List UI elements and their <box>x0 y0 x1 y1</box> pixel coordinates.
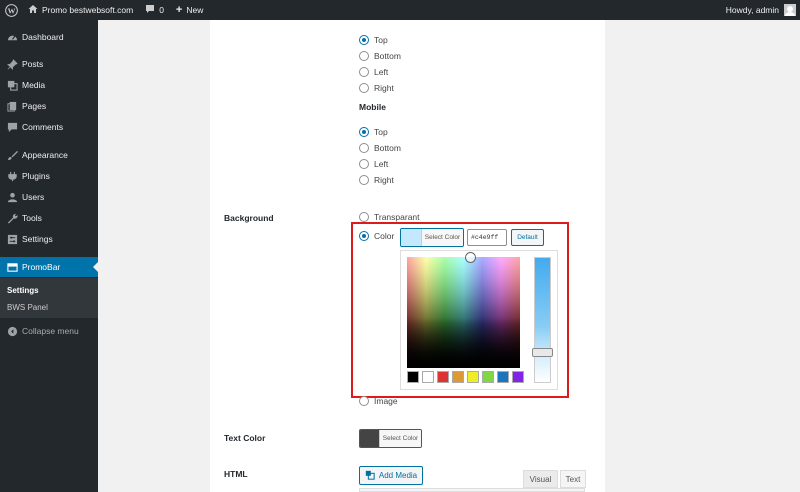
sidebar-item-label: Posts <box>22 59 44 69</box>
comments-count: 0 <box>159 5 164 15</box>
sidebar-item-label: Media <box>22 80 46 90</box>
radio-position-bottom[interactable]: Bottom <box>359 51 401 61</box>
radio-button[interactable] <box>359 35 369 45</box>
radio-position-right[interactable]: Right <box>359 83 394 93</box>
sidebar-item-tools[interactable]: Tools <box>0 208 98 228</box>
new-content-link[interactable]: + New <box>170 0 209 20</box>
sidebar-item-promobar[interactable]: PromoBar <box>0 257 98 277</box>
sidebar-item-comments[interactable]: Comments <box>0 117 98 137</box>
submenu-item-settings[interactable]: Settings <box>7 286 39 295</box>
radio-button[interactable] <box>359 175 369 185</box>
background-label: Background <box>224 213 274 223</box>
sidebar-item-label: Plugins <box>22 171 50 181</box>
sidebar-item-appearance[interactable]: Appearance <box>0 145 98 165</box>
sidebar-item-pages[interactable]: Pages <box>0 96 98 116</box>
radio-position-left[interactable]: Left <box>359 67 388 77</box>
sidebar-item-plugins[interactable]: Plugins <box>0 166 98 186</box>
radio-mobile-right[interactable]: Right <box>359 175 394 185</box>
radio-button[interactable] <box>359 67 369 77</box>
comment-icon <box>5 120 19 134</box>
home-icon <box>28 4 38 16</box>
pin-icon <box>5 57 19 71</box>
radio-background-image[interactable]: Image <box>359 396 398 406</box>
collapse-arrow-icon <box>5 324 19 338</box>
radio-label: Left <box>374 67 389 77</box>
user-icon <box>5 190 19 204</box>
sidebar-item-label: Comments <box>22 122 64 132</box>
comment-bubble-icon <box>145 4 155 16</box>
media-icon <box>5 78 19 92</box>
radio-button[interactable] <box>359 127 369 137</box>
sidebar-item-label: Users <box>22 192 45 202</box>
my-account-link[interactable]: Howdy, admin <box>720 0 800 20</box>
select-color-label: Select Color <box>379 430 421 447</box>
radio-label: Top <box>374 127 388 137</box>
promobar-icon <box>5 260 19 274</box>
radio-position-top[interactable]: Top <box>359 35 388 45</box>
radio-label: Right <box>374 175 394 185</box>
submenu-item-bws-panel[interactable]: BWS Panel <box>7 303 48 312</box>
highlight-box <box>351 222 569 398</box>
sidebar-item-posts[interactable]: Posts <box>0 54 98 74</box>
radio-button[interactable] <box>359 143 369 153</box>
site-name-label: Promo bestwebsoft.com <box>42 5 134 15</box>
collapse-menu-button[interactable]: Collapse menu <box>0 321 98 341</box>
comments-link[interactable]: 0 <box>139 0 170 20</box>
wrench-icon <box>5 211 19 225</box>
text-color-select-button[interactable]: Select Color <box>359 429 422 448</box>
radio-label: Top <box>374 35 388 45</box>
sidebar-item-settings[interactable]: Settings <box>0 229 98 249</box>
tab-visual[interactable]: Visual <box>523 470 558 488</box>
pages-icon <box>5 99 19 113</box>
radio-button[interactable] <box>359 51 369 61</box>
mobile-heading: Mobile <box>359 102 386 112</box>
radio-label: Left <box>374 159 389 169</box>
admin-bar: W Promo bestwebsoft.com 0 + New Howdy, a… <box>0 0 800 20</box>
sidebar-item-label: PromoBar <box>22 262 61 272</box>
admin-sidebar: Dashboard Posts Media Pages Comments App… <box>0 20 98 492</box>
radio-label: Bottom <box>374 143 401 153</box>
plug-icon <box>5 169 19 183</box>
sidebar-item-label: Appearance <box>22 150 68 160</box>
radio-mobile-left[interactable]: Left <box>359 159 388 169</box>
dashboard-icon <box>5 30 19 44</box>
svg-text:W: W <box>7 6 15 15</box>
editor-toolbar <box>359 488 585 492</box>
text-color-label: Text Color <box>224 433 266 443</box>
radio-label: Image <box>374 396 398 406</box>
radio-mobile-bottom[interactable]: Bottom <box>359 143 401 153</box>
add-media-button[interactable]: Add Media <box>359 466 423 485</box>
add-media-label: Add Media <box>378 471 418 480</box>
sidebar-item-users[interactable]: Users <box>0 187 98 207</box>
radio-label: Transparant <box>374 212 420 222</box>
brush-icon <box>5 148 19 162</box>
plus-icon: + <box>175 4 183 16</box>
radio-label: Bottom <box>374 51 401 61</box>
html-label: HTML <box>224 469 248 479</box>
sidebar-item-dashboard[interactable]: Dashboard <box>0 27 98 47</box>
radio-button[interactable] <box>359 159 369 169</box>
sidebar-item-media[interactable]: Media <box>0 75 98 95</box>
site-name-link[interactable]: Promo bestwebsoft.com <box>22 0 139 20</box>
wordpress-logo-icon[interactable]: W <box>0 0 22 20</box>
avatar <box>784 4 796 16</box>
sidebar-item-label: Dashboard <box>22 32 64 42</box>
radio-background-transparent[interactable]: Transparant <box>359 212 420 222</box>
radio-button[interactable] <box>359 83 369 93</box>
settings-icon <box>5 232 19 246</box>
radio-mobile-top[interactable]: Top <box>359 127 388 137</box>
tab-text[interactable]: Text <box>560 470 586 488</box>
collapse-menu-label: Collapse menu <box>22 326 79 336</box>
sidebar-item-label: Pages <box>22 101 47 111</box>
promobar-submenu: Settings BWS Panel <box>0 278 98 318</box>
new-label: New <box>186 5 204 15</box>
sidebar-item-label: Settings <box>22 234 53 244</box>
radio-label: Right <box>374 83 394 93</box>
add-media-icon <box>365 470 375 482</box>
color-swatch <box>360 430 379 447</box>
howdy-label: Howdy, admin <box>725 5 779 15</box>
sidebar-item-label: Tools <box>22 213 42 223</box>
radio-button[interactable] <box>359 212 369 222</box>
radio-button[interactable] <box>359 396 369 406</box>
